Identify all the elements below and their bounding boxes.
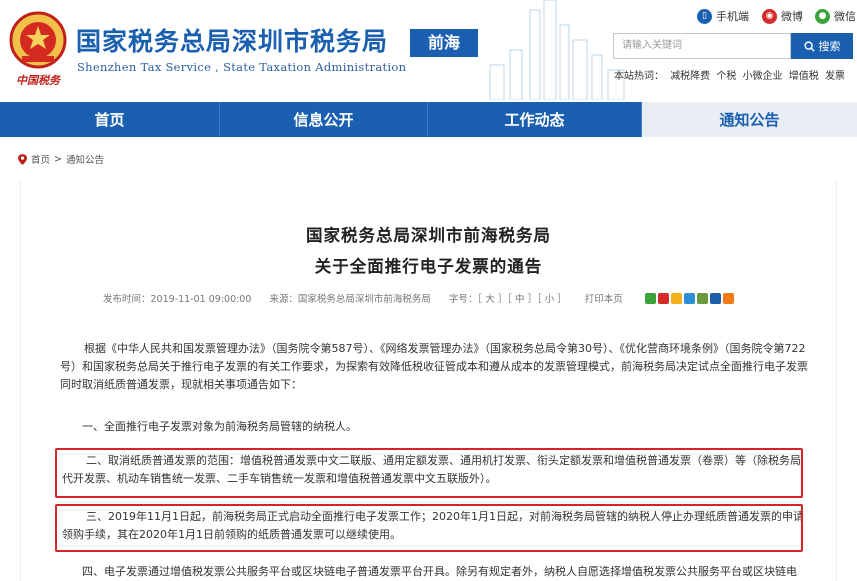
social-mobile-label: 手机端: [716, 10, 749, 23]
social-mobile[interactable]: ▯ 手机端: [697, 8, 749, 24]
search-icon: [803, 40, 815, 52]
wechat-icon: ●: [815, 8, 830, 24]
site-title[interactable]: 国家税务总局深圳市税务局: [76, 22, 388, 58]
social-wechat-label: 微信: [834, 10, 856, 23]
district-tag: 前海: [410, 29, 478, 57]
print-link[interactable]: 打印本页: [585, 291, 623, 305]
main-nav: 首页 信息公开 工作动态 通知公告: [0, 102, 857, 137]
nav-item-info-disclosure[interactable]: 信息公开: [220, 102, 428, 137]
font-size-control[interactable]: 字号：［ 大 ］［ 中 ］［ 小 ］: [449, 291, 567, 305]
site-subtitle: Shenzhen Tax Service , State Taxation Ad…: [77, 60, 407, 74]
more-share-icon[interactable]: [722, 292, 734, 304]
publish-date: 发布时间：2019-11-01 09:00:00: [103, 294, 252, 305]
wechat-share-icon[interactable]: [644, 292, 656, 304]
search-button[interactable]: 搜索: [791, 33, 853, 59]
tencent-share-icon[interactable]: [683, 292, 695, 304]
breadcrumb: 首页 > 通知公告: [18, 152, 104, 166]
weibo-icon: ◉: [762, 8, 777, 24]
nav-item-home[interactable]: 首页: [0, 102, 220, 137]
site-header: 中国税务 国家税务总局深圳市税务局 Shenzhen Tax Service ,…: [0, 0, 857, 102]
douban-share-icon[interactable]: [696, 292, 708, 304]
renren-share-icon[interactable]: [709, 292, 721, 304]
social-weibo-label: 微博: [781, 10, 803, 23]
breadcrumb-home[interactable]: 首页: [31, 152, 50, 166]
national-emblem-icon: [9, 11, 67, 69]
paragraph-four: 四、电子发票通过增值税发票公共服务平台或区块链电子普通发票平台开具。除另有规定者…: [82, 565, 797, 578]
search-button-label: 搜索: [818, 40, 841, 53]
qzone-share-icon[interactable]: [670, 292, 682, 304]
paragraph-intro: 根据《中华人民共和国发票管理办法》（国务院令第587号）、《网络发票管理办法》（…: [60, 342, 808, 391]
hot-word-link[interactable]: 减税降费: [670, 71, 710, 82]
article-subtitle: 关于全面推行电子发票的通告: [314, 257, 543, 276]
article-meta: 发布时间：2019-11-01 09:00:00 来源：国家税务总局深圳市前海税…: [103, 291, 734, 305]
breadcrumb-separator: >: [54, 153, 62, 165]
article-source: 来源：国家税务总局深圳市前海税务局: [269, 294, 431, 305]
search-input[interactable]: 请输入关键词: [613, 33, 791, 59]
hot-word-link[interactable]: 发票: [825, 71, 845, 82]
hot-words: 本站热词： 减税降费 个税 小微企业 增值税 发票: [614, 67, 848, 82]
location-pin-icon: [18, 153, 27, 165]
hot-word-link[interactable]: 小微企业: [743, 71, 783, 82]
breadcrumb-current[interactable]: 通知公告: [66, 152, 104, 166]
hot-word-link[interactable]: 个税: [716, 71, 736, 82]
highlight-box-section-three: [55, 504, 803, 552]
nav-item-notices[interactable]: 通知公告: [642, 102, 857, 137]
article-title: 国家税务总局深圳市前海税务局: [306, 226, 551, 245]
hot-words-label: 本站热词：: [614, 71, 664, 82]
nav-item-work-news[interactable]: 工作动态: [428, 102, 642, 137]
social-weibo[interactable]: ◉ 微博: [762, 8, 803, 24]
weibo-share-icon[interactable]: [657, 292, 669, 304]
hot-word-link[interactable]: 增值税: [789, 71, 819, 82]
mobile-icon: ▯: [697, 8, 712, 24]
emblem-caption: 中国税务: [16, 74, 60, 87]
paragraph-one: 一、全面推行电子发票对象为前海税务局管辖的纳税人。: [82, 420, 357, 433]
highlight-box-section-two: [55, 448, 803, 498]
share-icons: [644, 292, 734, 304]
social-wechat[interactable]: ● 微信: [815, 8, 856, 24]
